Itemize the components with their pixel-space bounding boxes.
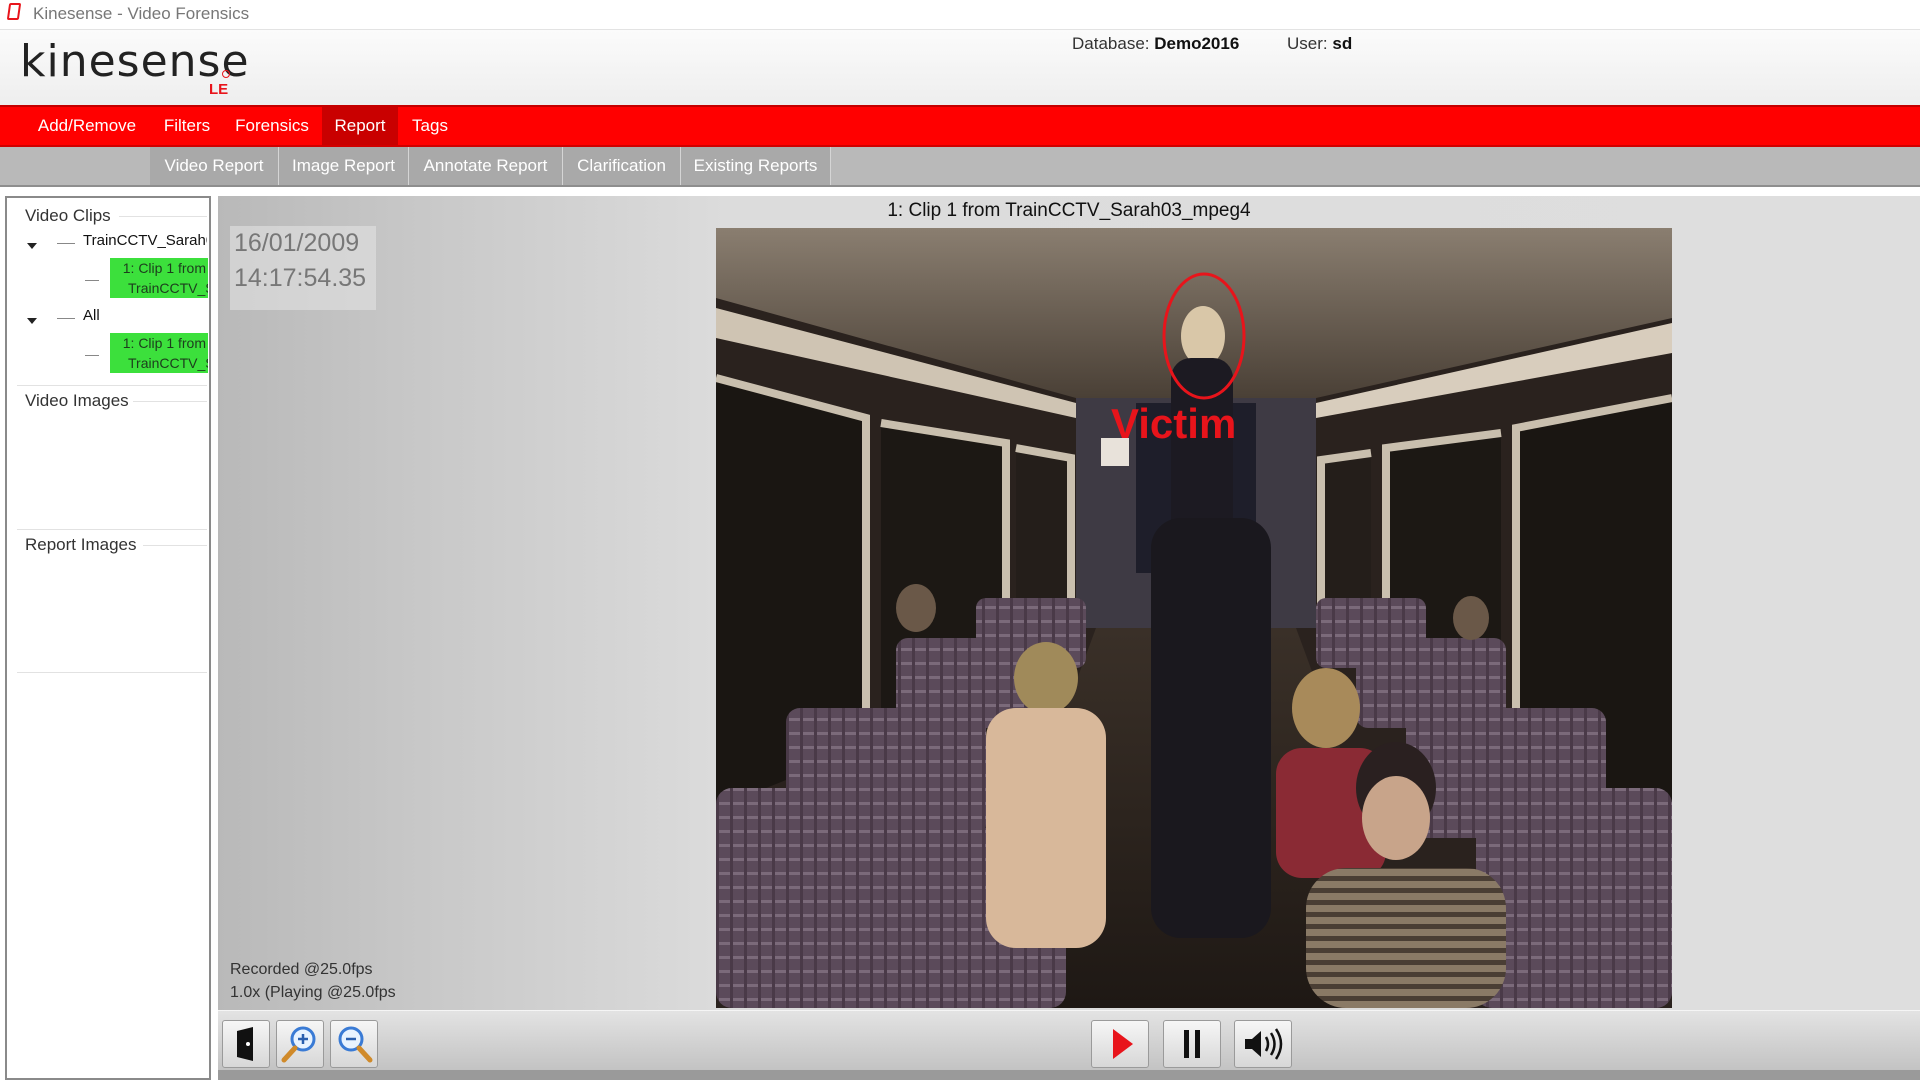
database-value: Demo2016 xyxy=(1154,34,1240,53)
divider xyxy=(119,216,207,217)
app-window: Kinesense - Video Forensics kinesense LE… xyxy=(0,0,1920,1080)
tree-group-all[interactable]: All xyxy=(83,307,100,324)
exit-icon xyxy=(237,1027,253,1061)
tab-add-remove[interactable]: Add/Remove xyxy=(22,107,152,145)
video-frame[interactable]: Victim xyxy=(716,228,1672,1008)
tree-connector xyxy=(85,355,99,356)
play-button[interactable] xyxy=(1091,1020,1149,1068)
tab-tags[interactable]: Tags xyxy=(398,107,462,145)
pause-button[interactable] xyxy=(1163,1020,1221,1068)
subtab-annotate-report[interactable]: Annotate Report xyxy=(409,147,563,185)
clip-item-line1: 1: Clip 1 from xyxy=(122,260,206,276)
report-images-title: Report Images xyxy=(25,535,137,554)
annotation-label: Victim xyxy=(1111,400,1236,447)
tree-group-trainclip[interactable]: TrainCCTV_Sarah03_mpeg4 xyxy=(83,232,207,249)
fps-info: Recorded @25.0fps 1.0x (Playing @25.0fps xyxy=(230,958,396,1004)
cctv-frame-image: Victim xyxy=(716,228,1672,1008)
logo-dot-icon xyxy=(222,70,230,78)
sub-nav: Video Report Image Report Annotate Repor… xyxy=(0,147,1920,187)
clip-item[interactable]: 1: Clip 1 from TrainCCTV_Sarah03_mpeg4 xyxy=(110,333,208,373)
zoom-in-button[interactable] xyxy=(276,1020,324,1068)
play-icon xyxy=(1113,1029,1133,1059)
divider xyxy=(143,545,207,546)
timestamp-time: 14:17:54.35 xyxy=(234,264,367,292)
window-title: Kinesense - Video Forensics xyxy=(33,4,250,23)
user-info: User: sd xyxy=(1287,34,1352,54)
expand-arrow-icon[interactable] xyxy=(27,318,37,324)
timeline-strip[interactable] xyxy=(218,1070,1920,1080)
clip-title: 1: Clip 1 from TrainCCTV_Sarah03_mpeg4 xyxy=(887,200,1251,221)
zoom-in-icon xyxy=(281,1026,316,1063)
timestamp-date: 16/01/2009 xyxy=(234,229,360,257)
header: kinesense LE Database: Demo2016 User: sd xyxy=(0,30,1920,105)
volume-button[interactable] xyxy=(1234,1020,1292,1068)
pause-icon xyxy=(1184,1030,1200,1058)
user-value: sd xyxy=(1332,34,1353,53)
left-panel: Video Clips TrainCCTV_Sarah03_mpeg4 1: C… xyxy=(5,196,211,1080)
volume-icon xyxy=(1245,1028,1283,1060)
clip-item-line2: TrainCCTV_Sarah03_mpeg4 xyxy=(128,280,208,296)
user-label: User: xyxy=(1287,34,1328,53)
expand-arrow-icon[interactable] xyxy=(27,243,37,249)
divider xyxy=(17,385,207,386)
subtab-existing-reports[interactable]: Existing Reports xyxy=(681,147,831,185)
clip-item-line1: 1: Clip 1 from xyxy=(122,335,206,351)
tab-report[interactable]: Report xyxy=(322,107,398,145)
main-nav: Add/Remove Filters Forensics Report Tags xyxy=(0,105,1920,147)
exit-button[interactable] xyxy=(222,1020,270,1068)
tree-connector xyxy=(85,280,99,281)
logo: kinesense xyxy=(20,36,250,87)
database-label: Database: xyxy=(1072,34,1150,53)
subtab-clarification[interactable]: Clarification xyxy=(563,147,681,185)
playing-fps: 1.0x (Playing @25.0fps xyxy=(230,984,396,1001)
video-images-title: Video Images xyxy=(25,391,129,410)
timestamp-overlay: 16/01/2009 14:17:54.35 xyxy=(230,226,376,310)
viewer-area: 1: Clip 1 from TrainCCTV_Sarah03_mpeg4 1… xyxy=(218,196,1920,1010)
title-bar: Kinesense - Video Forensics xyxy=(0,0,1920,30)
subtab-image-report[interactable]: Image Report xyxy=(279,147,409,185)
tree-connector xyxy=(57,318,75,319)
subtab-video-report[interactable]: Video Report xyxy=(150,147,279,185)
divider xyxy=(17,529,207,530)
app-icon xyxy=(6,3,22,20)
zoom-out-button[interactable] xyxy=(330,1020,378,1068)
zoom-out-icon xyxy=(338,1026,373,1063)
video-clips-title: Video Clips xyxy=(25,206,111,225)
tab-filters[interactable]: Filters xyxy=(152,107,222,145)
clip-item-line2: TrainCCTV_Sarah03_mpeg4 xyxy=(128,355,208,371)
divider xyxy=(17,672,207,673)
tree-connector xyxy=(57,243,75,244)
divider xyxy=(133,401,207,402)
database-info: Database: Demo2016 xyxy=(1072,34,1239,54)
clip-item[interactable]: 1: Clip 1 from TrainCCTV_Sarah03_mpeg4 xyxy=(110,258,208,298)
recorded-fps: Recorded @25.0fps xyxy=(230,961,373,978)
tab-forensics[interactable]: Forensics xyxy=(222,107,322,145)
logo-sub: LE xyxy=(209,81,229,98)
